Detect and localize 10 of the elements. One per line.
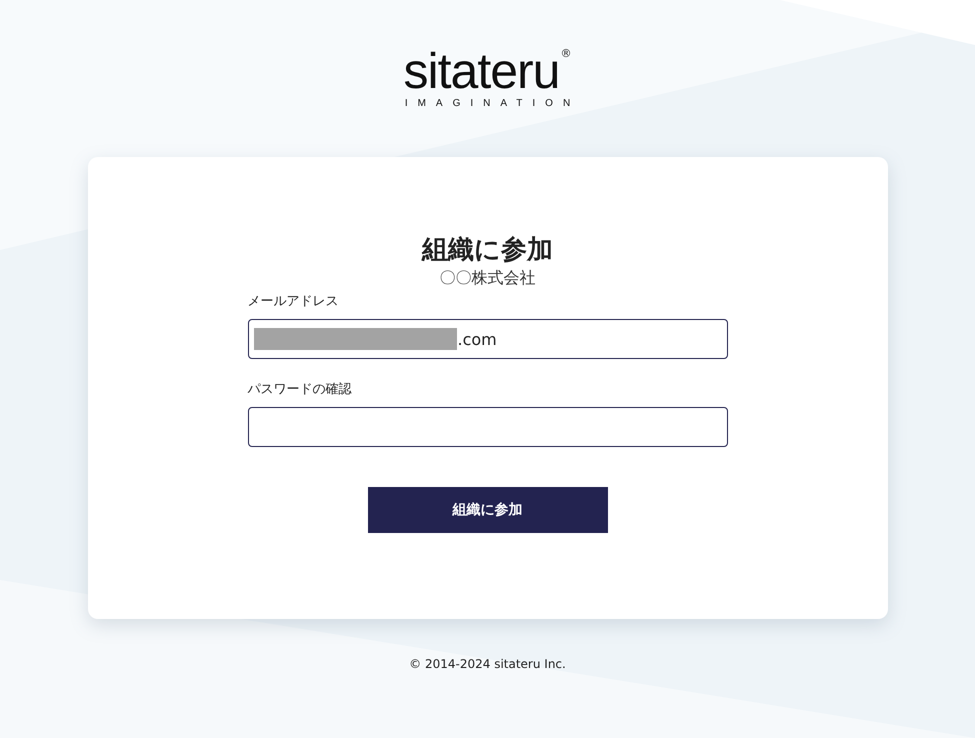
field-label: パスワードの確認	[248, 381, 352, 399]
logo-wordmark: sitateru	[404, 48, 560, 94]
field-label: メールアドレス	[248, 293, 340, 311]
page-title: 組織に参加	[422, 234, 553, 267]
copyright-text: © 2014-2024 sitateru Inc.	[409, 657, 566, 671]
input-field[interactable]	[248, 407, 728, 447]
organization-name: 〇〇株式会社	[440, 267, 536, 289]
logo-tagline: IMAGINATION	[404, 98, 580, 109]
registered-mark: ®	[560, 48, 572, 60]
join-button[interactable]: 組織に参加	[368, 487, 608, 533]
